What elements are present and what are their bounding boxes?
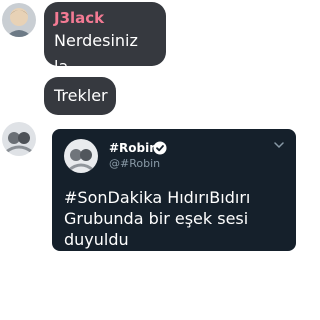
tweet-author-handle[interactable]: @#Robin: [109, 157, 160, 171]
message-username[interactable]: J3lack: [54, 8, 156, 28]
message-bubble: Trekler: [44, 77, 116, 115]
tweet-author-avatar[interactable]: [64, 139, 98, 173]
tweet-embed-card[interactable]: #Robin @#Robin #SonDakika HıdırıBıdırı G…: [52, 129, 296, 251]
tweet-text: #SonDakika HıdırıBıdırı Grubunda bir eşe…: [64, 188, 251, 249]
avatar-sender[interactable]: [2, 122, 36, 156]
avatar-j3lack[interactable]: [2, 3, 36, 37]
chat-screen: J3lack Nerdesiniz la Trekler #Robin @#Ro…: [0, 0, 304, 320]
verified-badge-icon: [153, 141, 167, 155]
chevron-down-icon[interactable]: [274, 141, 284, 149]
message-text: Nerdesiniz la: [54, 31, 138, 76]
message-text: Trekler: [54, 86, 108, 105]
tweet-author-name[interactable]: #Robin: [109, 141, 158, 156]
message-bubble: J3lack Nerdesiniz la: [44, 2, 166, 76]
